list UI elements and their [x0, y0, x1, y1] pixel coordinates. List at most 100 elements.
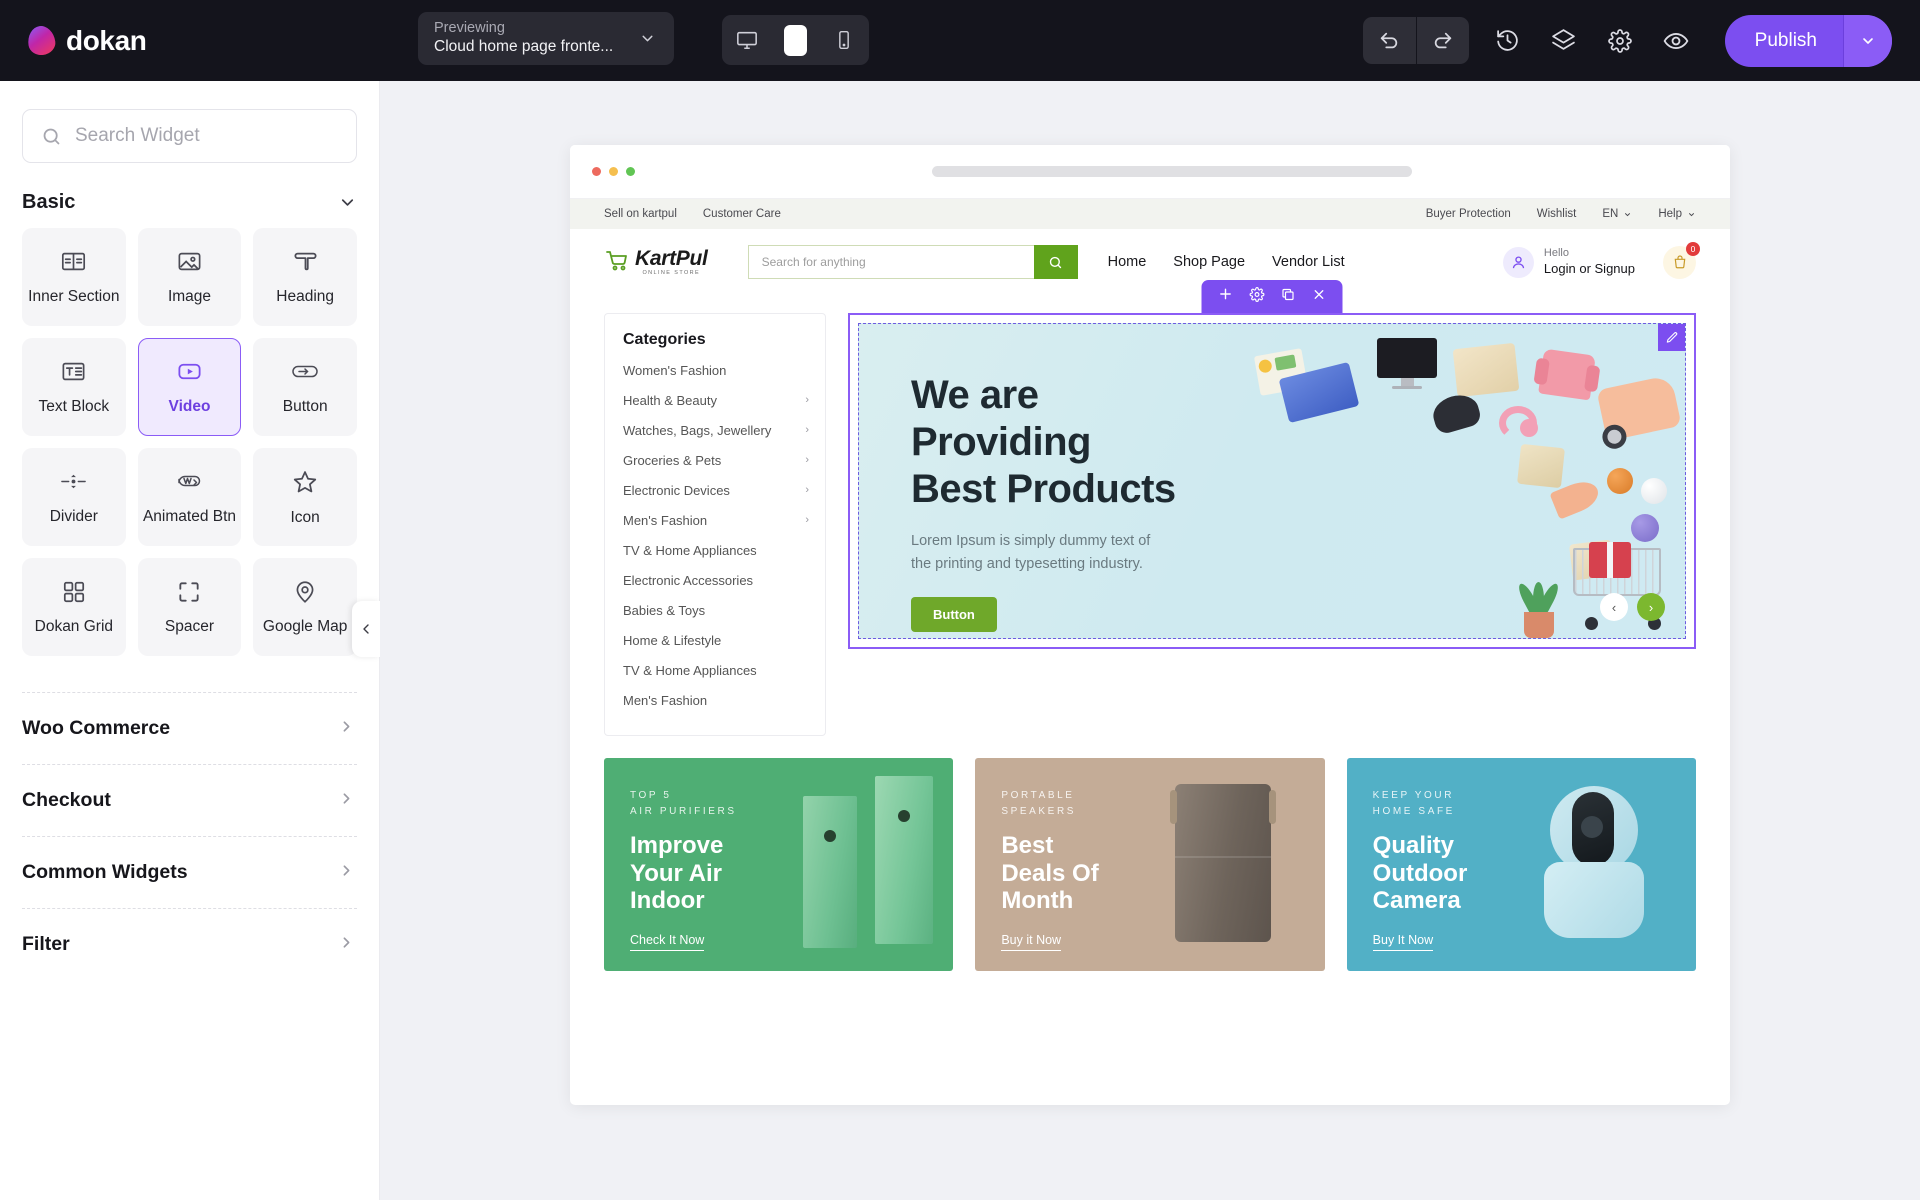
search-widget-field[interactable]: Search Widget [22, 109, 357, 163]
layers-icon[interactable] [1547, 24, 1581, 58]
widget-image[interactable]: Image [137, 228, 242, 326]
category-item[interactable]: Health & Beauty › [605, 385, 825, 415]
category-item[interactable]: Men's Fashion [605, 685, 825, 715]
nav-home[interactable]: Home [1108, 254, 1147, 270]
widget-category-accordion: Woo Commerce Checkout Common Widgets Fil… [22, 692, 357, 980]
widget-label: Animated Btn [142, 508, 237, 525]
promo-link[interactable]: Buy It Now [1372, 933, 1434, 951]
undo-button[interactable] [1363, 17, 1416, 64]
gear-icon[interactable] [1603, 24, 1637, 58]
util-language-label: EN [1602, 208, 1619, 220]
category-item[interactable]: Electronic Devices › [605, 475, 825, 505]
accordion-woo-commerce[interactable]: Woo Commerce [22, 692, 357, 764]
carousel-prev-button[interactable]: ‹ [1600, 593, 1628, 621]
edit-hero-icon[interactable] [1658, 324, 1685, 351]
dokan-logo[interactable]: dokan [26, 24, 147, 57]
widget-divider[interactable]: Divider [22, 448, 126, 546]
category-label: Babies & Toys [623, 602, 706, 618]
avatar[interactable] [1502, 246, 1534, 278]
history-icon[interactable] [1491, 24, 1525, 58]
hero-banner[interactable]: We are Providing Best Products Lorem Ips… [858, 323, 1686, 639]
close-dot-icon [592, 167, 601, 176]
promo-eyebrow-line-1: KEEP YOUR [1372, 790, 1455, 801]
promo-title-line-1: Improve [630, 832, 724, 859]
util-help-menu[interactable]: Help [1658, 208, 1696, 220]
decor-basketball [1607, 468, 1633, 494]
category-item[interactable]: TV & Home Appliances [605, 535, 825, 565]
hero-title-line-2: Providing [911, 419, 1091, 464]
widget-animated-btn[interactable]: Animated Btn [137, 448, 242, 546]
eye-preview-icon[interactable] [1659, 24, 1693, 58]
promo-card-air-purifiers[interactable]: TOP 5 AIR PURIFIERS Improve Your Air Ind… [604, 758, 954, 971]
accordion-checkout[interactable]: Checkout [22, 764, 357, 836]
basic-section-header[interactable]: Basic [22, 191, 357, 214]
site-search-button[interactable] [1033, 245, 1078, 279]
widget-label: Google Map [262, 617, 348, 635]
promo-eyebrow-line-1: PORTABLE [1001, 790, 1075, 801]
hero-cta-button[interactable]: Button [911, 597, 997, 633]
category-item[interactable]: Women's Fashion [605, 355, 825, 385]
kartpul-logo[interactable]: KartPul ONLINE STORE [604, 248, 708, 277]
promo-title-line-1: Best [1001, 832, 1054, 859]
carousel-next-button[interactable]: › [1637, 593, 1665, 621]
promo-card-outdoor-camera[interactable]: KEEP YOUR HOME SAFE Quality Outdoor Came… [1346, 758, 1696, 971]
hero-row: Categories Women's Fashion Health & Beau… [604, 280, 1696, 736]
sidebar-collapse-handle[interactable] [352, 601, 380, 657]
category-item[interactable]: Groceries & Pets › [605, 445, 825, 475]
widget-dokan-grid[interactable]: Dokan Grid [22, 558, 126, 656]
accordion-filter[interactable]: Filter [22, 908, 357, 980]
maximize-dot-icon [626, 167, 635, 176]
mobile-view-button[interactable] [829, 25, 859, 55]
decor-drone [1429, 390, 1483, 436]
widget-video[interactable]: Video [137, 338, 242, 436]
promo-eyebrow-line-2: SPEAKERS [1001, 805, 1077, 817]
cart-button[interactable]: 0 [1663, 241, 1700, 279]
category-item[interactable]: TV & Home Appliances [605, 655, 825, 685]
close-element-icon[interactable] [1312, 287, 1327, 307]
category-item[interactable]: Babies & Toys [605, 595, 825, 625]
promo-link[interactable]: Check It Now [630, 933, 705, 951]
site-search-input[interactable]: Search for anything [747, 245, 1034, 279]
util-customer-care[interactable]: Customer Care [703, 208, 781, 220]
widget-google-map[interactable]: Google Map [253, 558, 357, 656]
hero-title: We are Providing Best Products [911, 372, 1176, 512]
spacer-icon [176, 579, 202, 605]
util-wishlist[interactable]: Wishlist [1537, 208, 1577, 220]
accordion-common-widgets[interactable]: Common Widgets [22, 836, 357, 908]
redo-button[interactable] [1415, 17, 1469, 64]
widget-spacer[interactable]: Spacer [137, 558, 242, 656]
widget-text-block[interactable]: Text Block [22, 338, 126, 436]
dokan-mark-icon [26, 24, 57, 57]
category-item[interactable]: Watches, Bags, Jewellery › [605, 415, 825, 445]
add-element-icon[interactable] [1218, 286, 1234, 307]
duplicate-element-icon[interactable] [1281, 287, 1296, 307]
search-icon [1049, 256, 1062, 268]
category-item[interactable]: Men's Fashion › [605, 505, 825, 535]
publish-dropdown-button[interactable] [1844, 14, 1892, 67]
widget-heading[interactable]: Heading [253, 228, 357, 326]
login-signup-link[interactable]: Login or Signup [1544, 261, 1635, 277]
util-sell-on-kartpul[interactable]: Sell on kartpul [604, 208, 677, 220]
decor-plant [1515, 578, 1562, 638]
cart-icon [1674, 255, 1685, 269]
promo-card-portable-speakers[interactable]: PORTABLE SPEAKERS Best Deals Of Month Bu… [975, 758, 1325, 971]
publish-button[interactable]: Publish [1725, 30, 1843, 52]
category-item[interactable]: Electronic Accessories [605, 565, 825, 595]
promo-title-line-3: Month [1001, 887, 1074, 915]
category-item[interactable]: Home & Lifestyle [605, 625, 825, 655]
nav-shop-page[interactable]: Shop Page [1173, 254, 1245, 270]
category-label: Electronic Devices [623, 482, 730, 498]
util-buyer-protection[interactable]: Buyer Protection [1426, 208, 1511, 220]
nav-vendor-list[interactable]: Vendor List [1272, 254, 1345, 270]
desktop-view-button[interactable] [732, 25, 762, 55]
util-language-selector[interactable]: EN [1602, 208, 1632, 220]
widget-button[interactable]: Button [253, 338, 357, 436]
promo-title: Best Deals Of Month [1001, 832, 1324, 915]
tablet-view-button[interactable] [784, 24, 807, 56]
widget-inner-section[interactable]: Inner Section [22, 228, 126, 326]
element-settings-icon[interactable] [1249, 286, 1265, 307]
category-label: Home & Lifestyle [623, 632, 722, 648]
promo-link[interactable]: Buy it Now [1001, 933, 1062, 951]
previewing-selector[interactable]: Previewing Cloud home page fronte... [418, 12, 674, 65]
widget-icon[interactable]: Icon [253, 448, 357, 546]
